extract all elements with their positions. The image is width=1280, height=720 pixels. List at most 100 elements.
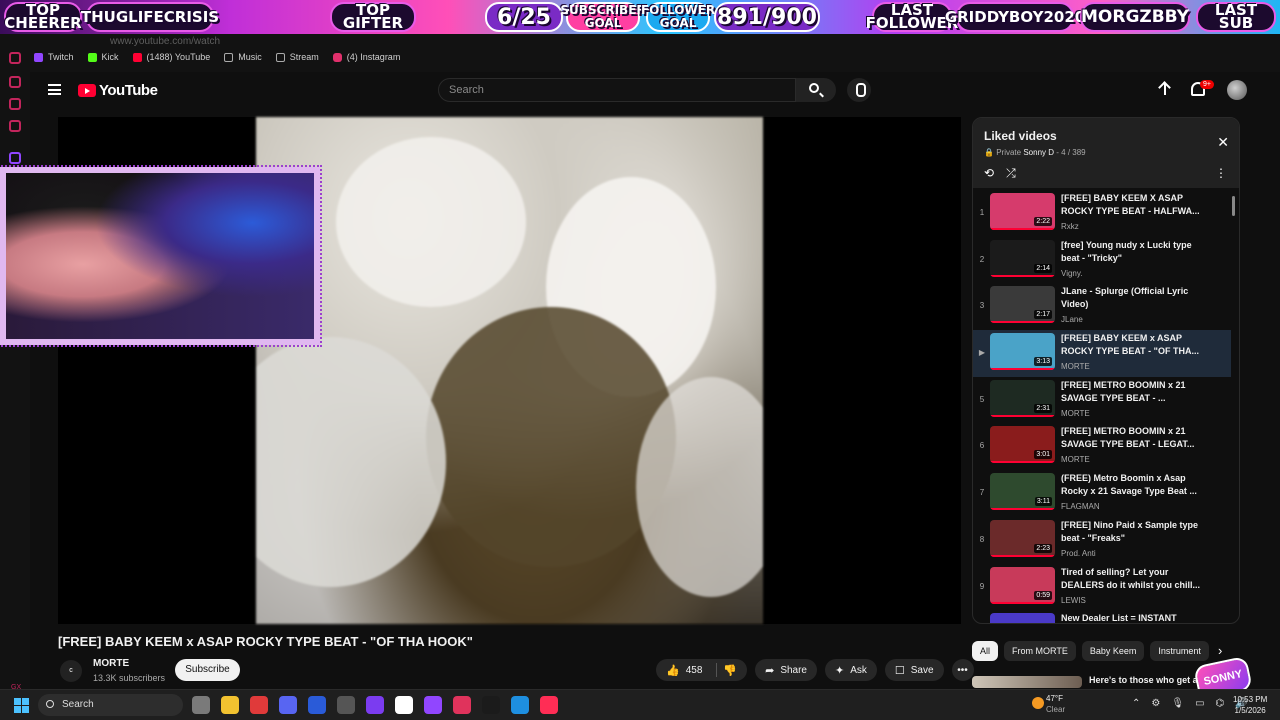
share-icon: ➦	[765, 664, 775, 677]
taskbar-app-icon[interactable]	[395, 696, 413, 714]
playlist-scrollbar[interactable]	[1232, 196, 1235, 216]
playlist-owner[interactable]: Sonny D	[1023, 148, 1054, 157]
menu-icon[interactable]	[48, 84, 61, 95]
playlist-item-thumbnail[interactable]: 2:22	[990, 193, 1055, 230]
playlist-item[interactable]: ▶ 3:13 [FREE] BABY KEEM x ASAP ROCKY TYPE …	[973, 330, 1231, 377]
more-vertical-icon[interactable]: ⋮	[1215, 166, 1227, 180]
shuffle-icon[interactable]: ⤮	[1006, 166, 1016, 181]
windows-start-icon[interactable]	[14, 698, 29, 713]
bookmark-kick[interactable]: Kick	[87, 52, 119, 62]
taskbar-app-icon[interactable]	[221, 696, 239, 714]
filter-chip[interactable]: From MORTE	[1004, 641, 1076, 661]
voice-search-button[interactable]	[847, 78, 871, 102]
playlist-item[interactable]: 6 3:01 [FREE] METRO BOOMIN x 21 SAVAGE TYP…	[973, 423, 1231, 470]
playlist-item-thumbnail[interactable]: 2:14	[990, 239, 1055, 277]
subscribe-button[interactable]: Subscribe	[175, 659, 240, 681]
playlist-item-title[interactable]: [FREE] METRO BOOMIN x 21 SAVAGE TYPE BEA…	[1061, 379, 1201, 405]
taskbar-search[interactable]: Search	[38, 694, 183, 716]
taskbar-app-icon[interactable]	[540, 696, 558, 714]
playlist-item[interactable]: 1 2:22 [FREE] BABY KEEM X ASAP ROCKY TYPE …	[973, 190, 1231, 237]
playlist-item[interactable]: 7 3:11 (FREE) Metro Boomin x Asap Rocky x …	[973, 470, 1231, 517]
playlist-item-thumbnail[interactable]: 0:59	[990, 566, 1055, 604]
account-avatar[interactable]	[1227, 80, 1247, 100]
taskbar-app-icon[interactable]	[511, 696, 529, 714]
more-actions-button[interactable]: •••	[951, 659, 974, 681]
search-input[interactable]: Search	[438, 78, 796, 102]
bookmark-stream[interactable]: Stream	[275, 52, 319, 62]
playlist-item[interactable]: 5 2:31 [FREE] METRO BOOMIN x 21 SAVAGE TYP…	[973, 377, 1231, 424]
create-upload-icon[interactable]	[1158, 82, 1172, 98]
youtube-logo[interactable]: YouTube	[78, 82, 158, 99]
taskbar-app-icon[interactable]	[424, 696, 442, 714]
playlist-item-title[interactable]: [FREE] Nino Paid x Sample type beat - "F…	[1061, 519, 1201, 545]
sparkle-icon: ✦	[835, 664, 845, 677]
playlist-item-title[interactable]: [FREE] METRO BOOMIN x 21 SAVAGE TYPE BEA…	[1061, 425, 1201, 451]
chevron-up-icon[interactable]: ⌃	[1132, 698, 1140, 709]
channel-name[interactable]: MORTE	[93, 658, 129, 669]
playlist-item-title[interactable]: [free] Young nudy x Lucki type beat - "T…	[1061, 239, 1201, 265]
playlist-item[interactable]: 9 0:59 Tired of selling? Let your DEALERS …	[973, 564, 1231, 611]
taskbar-app-icon[interactable]	[308, 696, 326, 714]
microphone-icon[interactable]: 🎙	[1171, 698, 1184, 709]
playlist-item-thumbnail[interactable]: 3:11	[990, 473, 1055, 511]
playlist-item-title[interactable]: [FREE] BABY KEEM x ASAP ROCKY TYPE BEAT …	[1061, 332, 1201, 358]
playlist-item-channel: LEWIS	[1061, 595, 1086, 605]
playlist-item[interactable]: New Dealer List = INSTANT	[973, 610, 1231, 623]
loop-icon[interactable]: ⟲	[984, 166, 994, 181]
playlist-item[interactable]: 8 2:23 [FREE] Nino Paid x Sample type beat…	[973, 517, 1231, 564]
taskbar-app-icon[interactable]	[279, 696, 297, 714]
sidebar-icon[interactable]	[9, 76, 21, 88]
playlist-item-thumbnail[interactable]: 2:31	[990, 379, 1055, 417]
bookmark-twitch[interactable]: Twitch	[34, 52, 74, 62]
sidebar-icon[interactable]	[9, 98, 21, 110]
playlist-item[interactable]: 2 2:14 [free] Young nudy x Lucki type beat…	[973, 237, 1231, 284]
ask-button[interactable]: ✦ Ask	[825, 659, 877, 681]
app-tray-icon[interactable]: ⚙	[1151, 698, 1160, 709]
save-button[interactable]: ☐ Save	[884, 659, 944, 681]
playlist-item-thumbnail[interactable]: 3:01	[990, 426, 1055, 464]
playlist-item-thumbnail[interactable]: 2:17	[990, 286, 1055, 324]
search-button[interactable]	[796, 78, 836, 102]
channel-avatar[interactable]: c	[60, 660, 82, 682]
playlist-item-thumbnail[interactable]: 3:13	[990, 333, 1055, 371]
playlist-item-thumbnail[interactable]	[990, 613, 1055, 623]
playlist-item-title[interactable]: [FREE] BABY KEEM X ASAP ROCKY TYPE BEAT …	[1061, 192, 1201, 218]
address-bar[interactable]: www.youtube.com/watch	[110, 36, 220, 47]
bookmark-music[interactable]: Music	[224, 52, 262, 62]
taskbar-app-icon[interactable]	[250, 696, 268, 714]
taskbar-clock[interactable]: 10:53 PM 1/5/2026	[1233, 694, 1267, 716]
close-icon[interactable]: ✕	[1217, 134, 1229, 151]
sidebar-icon[interactable]	[9, 120, 21, 132]
taskbar-app-icon[interactable]	[337, 696, 355, 714]
duration-badge: 2:17	[1034, 310, 1052, 320]
related-video-title[interactable]: Here's to those who get aft	[1089, 675, 1204, 685]
bookmark-instagram[interactable]: (4) Instagram	[332, 52, 400, 62]
taskbar-app-icon[interactable]	[453, 696, 471, 714]
filter-chip[interactable]: Instrument	[1150, 641, 1209, 661]
twitch-sidebar-icon[interactable]	[9, 152, 21, 164]
playlist-item-index: 6	[979, 441, 985, 451]
playlist-item-title[interactable]: (FREE) Metro Boomin x Asap Rocky x 21 Sa…	[1061, 472, 1201, 498]
taskbar-app-icon[interactable]	[192, 696, 210, 714]
related-video-thumbnail[interactable]	[972, 676, 1082, 688]
network-icon[interactable]: ⌬	[1216, 698, 1225, 709]
like-button[interactable]: 👍 458 👎	[656, 659, 748, 681]
playlist-item-thumbnail[interactable]: 2:23	[990, 519, 1055, 557]
video-frame[interactable]	[256, 117, 763, 624]
playlist-item-title[interactable]: New Dealer List = INSTANT	[1061, 612, 1201, 623]
chevron-right-icon[interactable]: ›	[1218, 643, 1222, 658]
playlist-item-title[interactable]: Tired of selling? Let your DEALERS do it…	[1061, 566, 1201, 592]
taskbar-app-icon[interactable]	[482, 696, 500, 714]
playlist-item-title[interactable]: JLane - Splurge (Official Lyric Video)	[1061, 285, 1201, 311]
taskbar-app-icon[interactable]	[366, 696, 384, 714]
sidebar-icon[interactable]	[9, 52, 21, 64]
filter-chip[interactable]: All	[972, 641, 999, 661]
playlist-item[interactable]: 3 2:17 JLane - Splurge (Official Lyric Vid…	[973, 283, 1231, 330]
display-icon[interactable]: ▭	[1195, 698, 1204, 709]
playlist-item-index: ▶	[978, 348, 986, 358]
bookmark-youtube[interactable]: (1488) YouTube	[132, 52, 210, 62]
playlist-title[interactable]: Liked videos	[984, 129, 1057, 143]
filter-chip[interactable]: Baby Keem	[1081, 641, 1145, 661]
share-button[interactable]: ➦ Share	[755, 659, 817, 681]
thumbs-down-icon[interactable]: 👎	[723, 664, 737, 677]
